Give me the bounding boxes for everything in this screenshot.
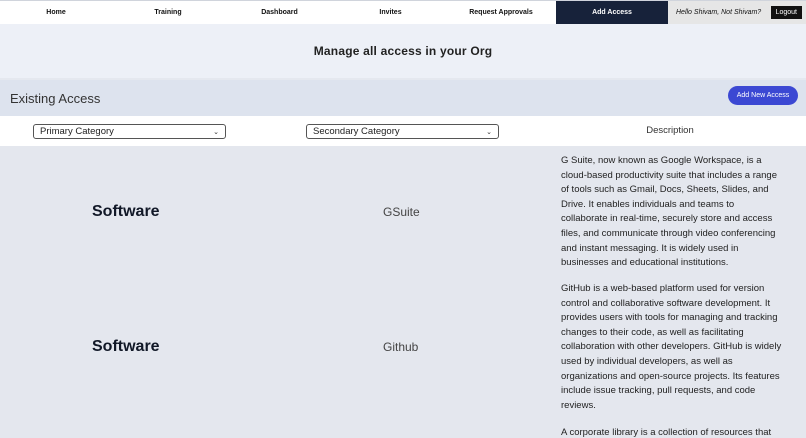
nav-add-access[interactable]: Add Access (556, 1, 668, 24)
user-greeting[interactable]: Hello Shivam, Not Shivam? (676, 9, 771, 16)
nav-invites[interactable]: Invites (335, 1, 446, 24)
row-description: A corporate library is a collection of r… (561, 427, 772, 438)
existing-access-bar: Existing Access (0, 80, 806, 116)
secondary-category-value: Secondary Category (313, 126, 400, 137)
description-column-header: Description (646, 125, 694, 136)
access-row: Software Github GitHub is a web-based pl… (0, 281, 806, 426)
top-nav: Home Training Dashboard Invites Request … (0, 0, 806, 24)
nav-training[interactable]: Training (112, 1, 224, 24)
header-band: Manage all access in your Org (0, 24, 806, 78)
section-title: Existing Access (10, 91, 101, 106)
access-list: Software GSuite G Suite, now known as Go… (0, 146, 806, 438)
chevron-down-icon: ⌄ (486, 128, 492, 136)
row-secondary-category: GSuite (383, 205, 420, 219)
user-area: Hello Shivam, Not Shivam? Logout (668, 1, 806, 24)
nav-dashboard[interactable]: Dashboard (224, 1, 335, 24)
row-description: GitHub is a web-based platform used for … (561, 283, 782, 411)
chevron-down-icon: ⌄ (213, 128, 219, 136)
primary-category-select[interactable]: Primary Category ⌄ (33, 124, 226, 139)
access-row: Software GSuite G Suite, now known as Go… (0, 146, 806, 281)
primary-category-value: Primary Category (40, 126, 114, 137)
row-description: G Suite, now known as Google Workspace, … (561, 155, 777, 269)
filter-row: Primary Category ⌄ Secondary Category ⌄ … (0, 116, 806, 146)
row-primary-category: Software (92, 338, 160, 355)
row-secondary-category: Github (383, 340, 419, 354)
secondary-category-select[interactable]: Secondary Category ⌄ (306, 124, 499, 139)
nav-request-approvals[interactable]: Request Approvals (446, 1, 556, 24)
access-row: A corporate library is a collection of r… (0, 426, 806, 438)
logout-button[interactable]: Logout (770, 6, 802, 19)
row-primary-category: Software (92, 203, 160, 220)
page-title: Manage all access in your Org (313, 44, 493, 58)
nav-home[interactable]: Home (0, 1, 112, 24)
add-new-access-button[interactable]: Add New Access (728, 86, 798, 105)
